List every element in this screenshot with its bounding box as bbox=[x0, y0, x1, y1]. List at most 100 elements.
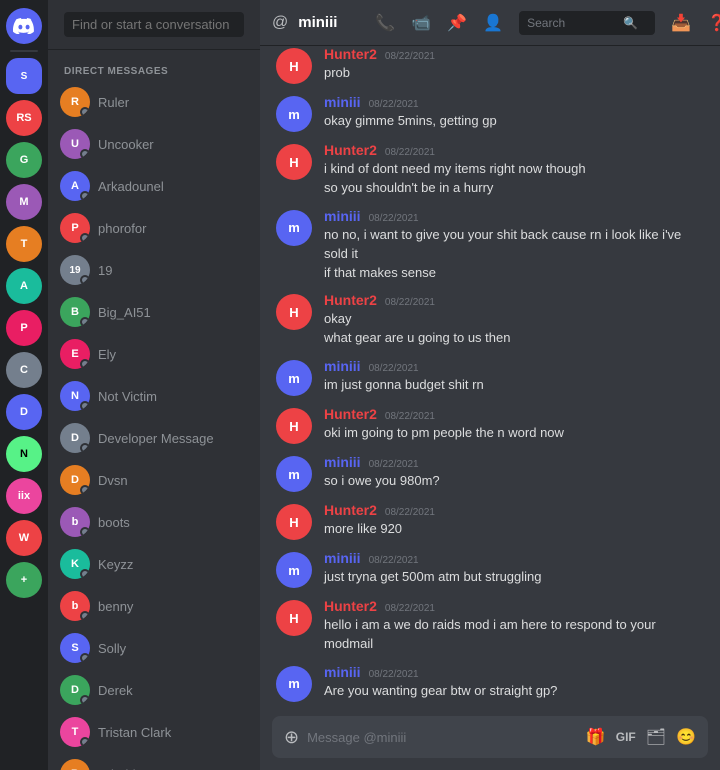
msg-timestamp-15: 08/22/2021 bbox=[369, 555, 419, 566]
msg-text-14a: more like 920 bbox=[324, 520, 704, 539]
dm-name-uncooker: Uncooker bbox=[98, 137, 248, 152]
msg-username-12: Hunter2 bbox=[324, 406, 377, 422]
server-icon-5[interactable]: T bbox=[6, 226, 42, 262]
dm-item-dvsn[interactable]: D Dvsn bbox=[52, 459, 256, 501]
dm-item-ruler[interactable]: R Ruler bbox=[52, 81, 256, 123]
discord-home-icon[interactable] bbox=[6, 8, 42, 44]
msg-timestamp-9: 08/22/2021 bbox=[369, 213, 419, 224]
dm-name-not-victim: Not Victim bbox=[98, 389, 248, 404]
msg-username-17: miniii bbox=[324, 664, 361, 680]
avatar-msg9: m bbox=[276, 210, 312, 246]
phone-icon[interactable]: 📞 bbox=[375, 13, 395, 33]
message-group-14: H Hunter2 08/22/2021 more like 920 bbox=[276, 500, 704, 542]
dm-item-tristan[interactable]: T Tristan Clark bbox=[52, 711, 256, 753]
msg-username-7: miniii bbox=[324, 94, 361, 110]
dm-item-benny[interactable]: b benny bbox=[52, 585, 256, 627]
msg-content-11: miniii 08/22/2021 im just gonna budget s… bbox=[324, 358, 704, 396]
avatar-msg14: H bbox=[276, 504, 312, 540]
avatar-bdaddy: B bbox=[60, 759, 90, 770]
dm-item-arkadounel[interactable]: A Arkadounel bbox=[52, 165, 256, 207]
dm-item-uncooker[interactable]: U Uncooker bbox=[52, 123, 256, 165]
msg-content-17: miniii 08/22/2021 Are you wanting gear b… bbox=[324, 664, 704, 702]
server-icon-8[interactable]: C bbox=[6, 352, 42, 388]
server-icon-13[interactable]: + bbox=[6, 562, 42, 598]
dm-item-19[interactable]: 19 19 bbox=[52, 249, 256, 291]
avatar-derek: D bbox=[60, 675, 90, 705]
server-icon-11[interactable]: iix bbox=[6, 478, 42, 514]
add-attachment-icon[interactable]: ⊕ bbox=[284, 727, 299, 748]
emoji-icon[interactable]: 😊 bbox=[676, 727, 696, 747]
server-icon-10[interactable]: N bbox=[6, 436, 42, 472]
dm-item-big-ai51[interactable]: B Big_AI51 bbox=[52, 291, 256, 333]
dm-item-developer-message[interactable]: D Developer Message bbox=[52, 417, 256, 459]
msg-text-12a: oki im going to pm people the n word now bbox=[324, 424, 704, 443]
server-icon-4[interactable]: M bbox=[6, 184, 42, 220]
add-member-icon[interactable]: 👤 bbox=[483, 13, 503, 33]
message-input[interactable] bbox=[307, 730, 578, 745]
msg-text-10a: okay bbox=[324, 310, 704, 329]
search-input[interactable] bbox=[527, 16, 617, 30]
help-icon[interactable]: ❓ bbox=[707, 13, 720, 33]
avatar-phorofor: P bbox=[60, 213, 90, 243]
msg-content-16: Hunter2 08/22/2021 hello i am a we do ra… bbox=[324, 598, 704, 654]
search-box[interactable]: 🔍 bbox=[519, 11, 655, 35]
message-group-9: m miniii 08/22/2021 no no, i want to giv… bbox=[276, 206, 704, 285]
gif-icon[interactable]: GIF bbox=[616, 730, 636, 744]
sticker-icon[interactable]: 🗂 bbox=[646, 727, 666, 747]
server-icon-2[interactable]: RS bbox=[6, 100, 42, 136]
dm-item-keyzz[interactable]: K Keyzz bbox=[52, 543, 256, 585]
dm-header bbox=[48, 0, 260, 50]
dm-item-bdaddy[interactable]: B Bdaddy bbox=[52, 753, 256, 770]
dm-item-solly[interactable]: S Solly bbox=[52, 627, 256, 669]
msg-timestamp-8: 08/22/2021 bbox=[385, 147, 435, 158]
avatar-msg15: m bbox=[276, 552, 312, 588]
msg-text-8b: so you shouldn't be in a hurry bbox=[324, 179, 704, 198]
dm-name-arkadounel: Arkadounel bbox=[98, 179, 248, 194]
dm-name-ruler: Ruler bbox=[98, 95, 248, 110]
msg-username-13: miniii bbox=[324, 454, 361, 470]
message-group-11: m miniii 08/22/2021 im just gonna budget… bbox=[276, 356, 704, 398]
msg-username-10: Hunter2 bbox=[324, 292, 377, 308]
msg-timestamp-14: 08/22/2021 bbox=[385, 507, 435, 518]
msg-timestamp-10: 08/22/2021 bbox=[385, 297, 435, 308]
msg-content-13: miniii 08/22/2021 so i owe you 980m? bbox=[324, 454, 704, 492]
msg-username-14: Hunter2 bbox=[324, 502, 377, 518]
gift-icon[interactable]: 🎁 bbox=[586, 727, 606, 747]
pin-icon[interactable]: 📌 bbox=[447, 13, 467, 33]
dm-item-ely[interactable]: E Ely bbox=[52, 333, 256, 375]
avatar-ruler: R bbox=[60, 87, 90, 117]
dm-name-bdaddy: Bdaddy bbox=[98, 767, 248, 770]
video-icon[interactable]: 📹 bbox=[411, 13, 431, 33]
msg-timestamp-13: 08/22/2021 bbox=[369, 459, 419, 470]
server-icon-1[interactable]: S bbox=[6, 58, 42, 94]
avatar-msg12: H bbox=[276, 408, 312, 444]
msg-text-8a: i kind of dont need my items right now t… bbox=[324, 160, 704, 179]
dm-name-solly: Solly bbox=[98, 641, 248, 656]
dm-name-developer-message: Developer Message bbox=[98, 431, 248, 446]
server-icon-7[interactable]: P bbox=[6, 310, 42, 346]
dm-name-phorofor: phorofor bbox=[98, 221, 248, 236]
search-icon: 🔍 bbox=[623, 16, 638, 30]
msg-content-12: Hunter2 08/22/2021 oki im going to pm pe… bbox=[324, 406, 704, 444]
dm-item-boots[interactable]: b boots bbox=[52, 501, 256, 543]
server-icon-3[interactable]: G bbox=[6, 142, 42, 178]
avatar-solly: S bbox=[60, 633, 90, 663]
dm-item-not-victim[interactable]: N Not Victim bbox=[52, 375, 256, 417]
avatar-benny: b bbox=[60, 591, 90, 621]
server-icon-12[interactable]: W bbox=[6, 520, 42, 556]
dm-item-derek[interactable]: D Derek bbox=[52, 669, 256, 711]
avatar-keyzz: K bbox=[60, 549, 90, 579]
dm-name-19: 19 bbox=[98, 263, 248, 278]
message-group-10: H Hunter2 08/22/2021 okay what gear are … bbox=[276, 290, 704, 350]
msg-text-6a: prob bbox=[324, 64, 704, 83]
dm-name-boots: boots bbox=[98, 515, 248, 530]
avatar-dvsn: D bbox=[60, 465, 90, 495]
server-icon-9[interactable]: D bbox=[6, 394, 42, 430]
server-icon-6[interactable]: A bbox=[6, 268, 42, 304]
dm-name-dvsn: Dvsn bbox=[98, 473, 248, 488]
msg-username-8: Hunter2 bbox=[324, 142, 377, 158]
inbox-icon[interactable]: 📥 bbox=[671, 13, 691, 33]
input-actions: 🎁 GIF 🗂 😊 bbox=[586, 727, 696, 747]
dm-search-input[interactable] bbox=[64, 12, 244, 37]
dm-item-phorofor[interactable]: P phorofor bbox=[52, 207, 256, 249]
